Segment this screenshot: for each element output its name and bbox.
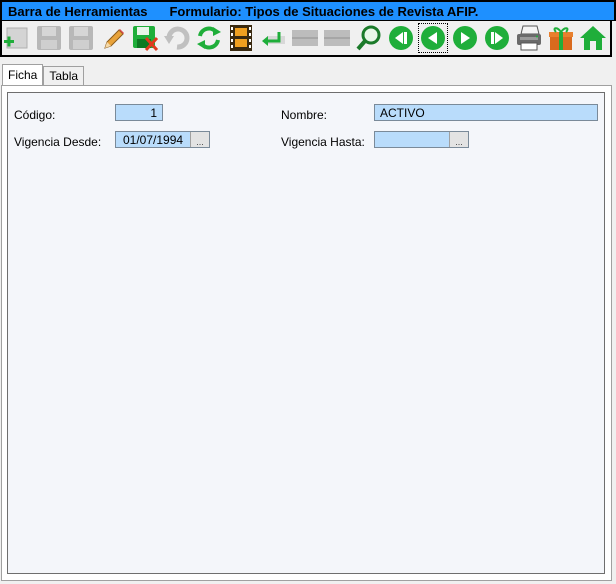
filmstrip-icon — [230, 25, 252, 51]
enter-arrow-icon — [262, 32, 285, 46]
nombre-label: Nombre: — [281, 108, 328, 122]
home-icon — [580, 26, 606, 50]
vigencia-hasta-field[interactable]: ... — [374, 131, 469, 148]
search-icon — [356, 25, 381, 51]
tab-tabla[interactable]: Tabla — [43, 66, 85, 85]
gift-button[interactable] — [546, 23, 576, 53]
blank-button-icon — [324, 30, 350, 46]
filmstrip-button[interactable] — [226, 23, 256, 53]
last-record-button[interactable] — [482, 23, 512, 53]
nombre-field[interactable]: ACTIVO — [374, 104, 598, 121]
print-button[interactable] — [514, 23, 544, 53]
search-button[interactable] — [354, 23, 384, 53]
vigencia-desde-value: 01/07/1994 — [123, 132, 184, 147]
toolbar — [0, 21, 612, 57]
first-record-button[interactable] — [386, 23, 416, 53]
first-record-icon — [389, 26, 413, 50]
vigencia-hasta-picker-button[interactable]: ... — [449, 132, 468, 147]
save-as-icon — [69, 26, 93, 50]
undo-icon — [164, 26, 190, 50]
vigencia-hasta-label: Vigencia Hasta: — [281, 135, 365, 149]
vigencia-desde-picker-button[interactable]: ... — [190, 132, 209, 147]
title-bar: Barra de Herramientas Formulario: Tipos … — [0, 0, 616, 21]
last-record-icon — [485, 26, 509, 50]
refresh-icon — [197, 26, 221, 50]
save-icon — [37, 26, 61, 50]
tab-ficha[interactable]: Ficha — [2, 64, 44, 85]
blank-button-2[interactable] — [322, 23, 352, 53]
gift-icon — [549, 27, 573, 50]
blank-button-1[interactable] — [290, 23, 320, 53]
previous-record-button[interactable] — [418, 23, 448, 53]
save-button[interactable] — [34, 23, 64, 53]
delete-icon — [133, 26, 159, 52]
codigo-field[interactable]: 1 — [115, 104, 163, 121]
edit-pencil-icon — [104, 29, 124, 49]
codigo-label: Código: — [14, 108, 56, 122]
toolbar-title: Barra de Herramientas — [8, 3, 148, 19]
add-icon — [4, 27, 28, 49]
delete-button[interactable] — [130, 23, 160, 53]
enter-button[interactable] — [258, 23, 288, 53]
blank-button-icon — [292, 30, 318, 46]
add-button[interactable] — [2, 23, 32, 53]
previous-record-icon — [421, 26, 445, 50]
undo-button[interactable] — [162, 23, 192, 53]
refresh-button[interactable] — [194, 23, 224, 53]
vigencia-desde-label: Vigencia Desde: — [14, 135, 102, 149]
next-record-icon — [453, 26, 477, 50]
form-title: Formulario: Tipos de Situaciones de Revi… — [169, 3, 479, 19]
form-area: Código: 1 Nombre: ACTIVO Vigencia Desde:… — [7, 92, 605, 574]
tab-panel: Código: 1 Nombre: ACTIVO Vigencia Desde:… — [1, 85, 612, 581]
edit-button[interactable] — [98, 23, 128, 53]
home-button[interactable] — [578, 23, 608, 53]
printer-icon — [517, 25, 541, 51]
vigencia-desde-field[interactable]: 01/07/1994 ... — [115, 131, 210, 148]
tab-strip: Ficha Tabla — [2, 64, 85, 86]
next-record-button[interactable] — [450, 23, 480, 53]
save-as-button[interactable] — [66, 23, 96, 53]
